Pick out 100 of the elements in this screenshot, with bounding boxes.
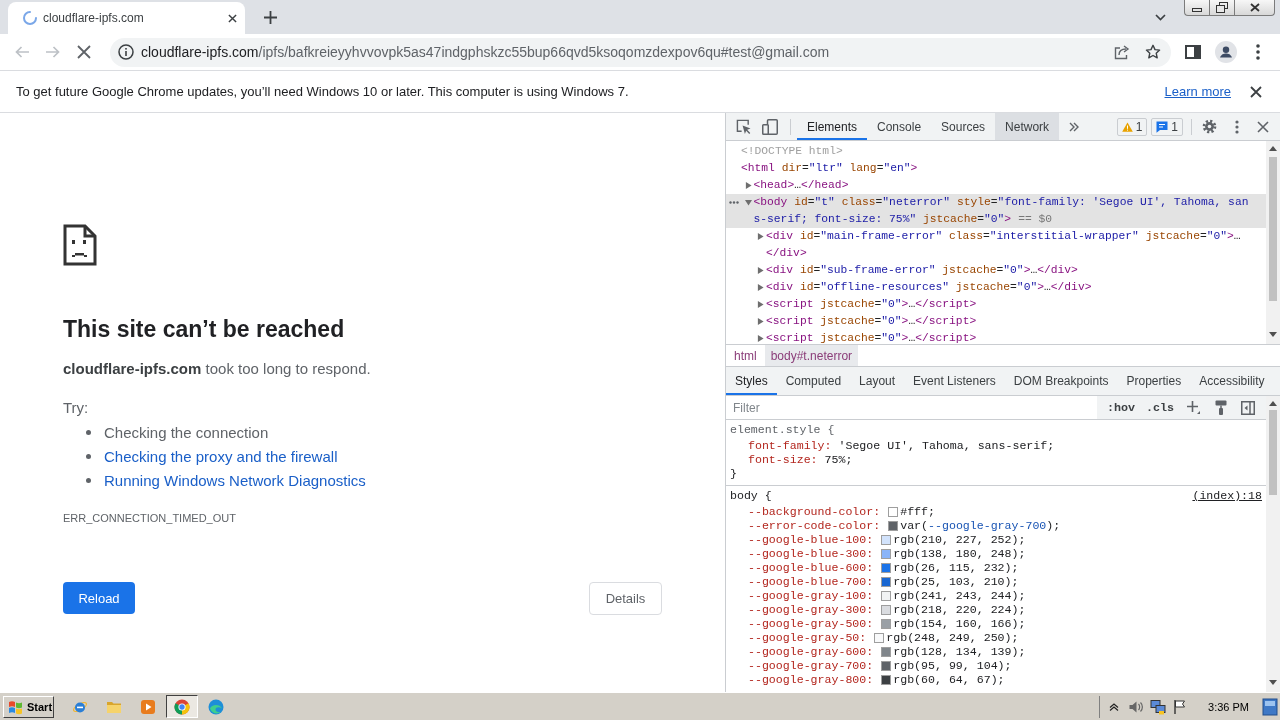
close-icon[interactable] (228, 13, 237, 23)
close-icon[interactable] (1257, 120, 1269, 133)
dom-node[interactable]: <div id="main-frame-error" class="interstitial-wrapper" jstcache="0">… </div> (753, 228, 1241, 262)
color-swatch-icon[interactable] (881, 563, 892, 573)
panel-tab[interactable]: Layout (850, 367, 905, 395)
dom-node[interactable]: <script jstcache="0">…</script> (753, 330, 977, 344)
menu-icon[interactable] (1235, 119, 1239, 134)
inspect-icon[interactable] (736, 119, 751, 134)
property-name[interactable]: --google-gray-800: (748, 673, 874, 687)
learn-more-link[interactable]: Learn more (1164, 84, 1231, 99)
property-value[interactable]: rgb(26, 115, 232); (893, 561, 1019, 575)
panel-tab[interactable]: DOM Breakpoints (1004, 367, 1118, 395)
color-swatch-icon[interactable] (881, 619, 892, 629)
dom-node[interactable]: <div id="sub-frame-error" jstcache="0">…</div> (753, 262, 1078, 279)
right-triangle-icon[interactable] (757, 335, 764, 342)
details-button[interactable]: Details (589, 582, 662, 615)
color-swatch-icon[interactable] (881, 577, 892, 587)
property-name[interactable]: --google-gray-700: (748, 659, 874, 673)
panel-tab[interactable]: Computed (776, 367, 851, 395)
panel-tab[interactable]: Event Listeners (904, 367, 1005, 395)
source-link[interactable]: (index):18 (1192, 489, 1262, 503)
sidebar-toggle-icon[interactable] (1241, 400, 1256, 415)
paint-roller-icon[interactable] (1215, 400, 1228, 415)
warnings-button[interactable]: 1 (1116, 117, 1148, 136)
star-icon[interactable] (1145, 44, 1161, 60)
profile-icon[interactable] (1215, 41, 1237, 63)
color-swatch-icon[interactable] (881, 535, 892, 545)
property-name[interactable]: --google-blue-700: (748, 575, 874, 589)
property-value[interactable]: rgb(138, 180, 248); (893, 547, 1026, 561)
taskbar-button[interactable] (166, 695, 198, 718)
property-value[interactable]: rgb(248, 249, 250); (886, 631, 1019, 645)
color-swatch-icon[interactable] (881, 549, 892, 559)
right-triangle-icon[interactable] (757, 267, 764, 274)
property-name[interactable]: --google-blue-300: (748, 547, 874, 561)
css-selector[interactable]: element.style { (730, 423, 835, 437)
property-value[interactable]: rgb(241, 243, 244); (893, 589, 1026, 603)
dom-node[interactable]: <head>…</head> (740, 177, 849, 194)
devtools-tab[interactable]: Elements (797, 113, 868, 140)
style-toggle-button[interactable]: .cls (1146, 400, 1175, 415)
property-value[interactable]: #fff; (900, 505, 935, 519)
restore-button[interactable] (1209, 0, 1234, 16)
scrollbar-thumb[interactable] (1269, 157, 1277, 301)
minimize-button[interactable] (1184, 0, 1209, 16)
device-toolbar-icon[interactable] (762, 118, 778, 135)
property-value[interactable]: rgb(25, 103, 210); (893, 575, 1019, 589)
property-name[interactable]: font-size: (748, 453, 818, 467)
property-value[interactable]: rgb(60, 64, 67); (893, 673, 1005, 687)
reload-button[interactable]: Reload (63, 582, 135, 614)
right-triangle-icon[interactable] (757, 301, 764, 308)
side-panel-icon[interactable] (1185, 45, 1201, 59)
property-value[interactable]: rgb(210, 227, 252); (893, 533, 1026, 547)
right-triangle-icon[interactable] (757, 284, 764, 291)
style-toggle-button[interactable]: :hov (1107, 400, 1136, 415)
property-value[interactable]: 'Segoe UI', Tahoma, sans-serif; (838, 439, 1055, 453)
browser-tab[interactable]: cloudflare-ipfs.com (8, 2, 245, 34)
right-triangle-icon[interactable] (744, 182, 752, 189)
panel-tab[interactable]: Properties (1117, 367, 1191, 395)
breadcrumb[interactable]: body#t.neterror (764, 345, 859, 366)
color-swatch-icon[interactable] (888, 507, 899, 517)
menu-icon[interactable] (1256, 44, 1260, 60)
scrollbar-thumb[interactable] (1269, 410, 1277, 495)
dom-node[interactable]: <script jstcache="0">…</script> (753, 296, 977, 313)
property-name[interactable]: --google-gray-50: (748, 631, 867, 645)
property-name[interactable]: --background-color: (748, 505, 881, 519)
property-value[interactable]: var(--google-gray-700); (900, 519, 1061, 533)
plus-icon[interactable] (1187, 401, 1201, 414)
suggestion-link[interactable]: Running Windows Network Diagnostics (104, 471, 366, 489)
scroll-down-icon[interactable] (1269, 332, 1277, 337)
devtools-tab[interactable]: Network (995, 113, 1060, 140)
color-swatch-icon[interactable] (881, 605, 892, 615)
property-value[interactable]: rgb(218, 220, 224); (893, 603, 1026, 617)
dom-node[interactable]: <script jstcache="0">…</script> (753, 313, 977, 330)
down-triangle-icon[interactable] (744, 199, 752, 206)
close-icon[interactable] (1250, 85, 1262, 98)
settings-icon[interactable] (1202, 119, 1217, 134)
info-icon[interactable] (118, 44, 134, 60)
css-selector[interactable]: body { (730, 489, 772, 503)
messages-button[interactable]: 1 (1151, 117, 1183, 136)
double-chevron-up-icon[interactable] (1109, 702, 1120, 711)
property-name[interactable]: --google-gray-300: (748, 603, 874, 617)
breadcrumb[interactable]: html (728, 345, 763, 366)
scrollbar[interactable] (1266, 396, 1280, 692)
devtools-tab[interactable]: Console (867, 113, 932, 140)
double-chevron-icon[interactable] (1069, 121, 1080, 132)
property-name[interactable]: --error-code-color: (748, 519, 881, 533)
property-value[interactable]: 75%; (824, 453, 853, 467)
property-name[interactable]: --google-gray-100: (748, 589, 874, 603)
dom-node[interactable]: <div id="offline-resources" jstcache="0">…</div> (753, 279, 1092, 296)
color-swatch-icon[interactable] (874, 633, 885, 643)
panel-tab[interactable]: Accessibility (1190, 367, 1274, 395)
network-icon[interactable] (1150, 698, 1167, 715)
plus-icon[interactable] (264, 10, 277, 24)
property-name[interactable]: font-family: (748, 439, 832, 453)
window-tile-icon[interactable] (1262, 696, 1278, 717)
right-triangle-icon[interactable] (757, 318, 764, 325)
property-name[interactable]: --google-gray-600: (748, 645, 874, 659)
more-dots-icon[interactable] (729, 201, 739, 204)
address-bar[interactable]: cloudflare-ipfs.com/ipfs/bafkreieyyhvvovpk5as47indgphskzc55bup66qvd5ksoqomzdexpov6qu#test@gmail.com (110, 37, 1171, 67)
color-swatch-icon[interactable] (881, 591, 892, 601)
property-name[interactable]: --google-blue-600: (748, 561, 874, 575)
